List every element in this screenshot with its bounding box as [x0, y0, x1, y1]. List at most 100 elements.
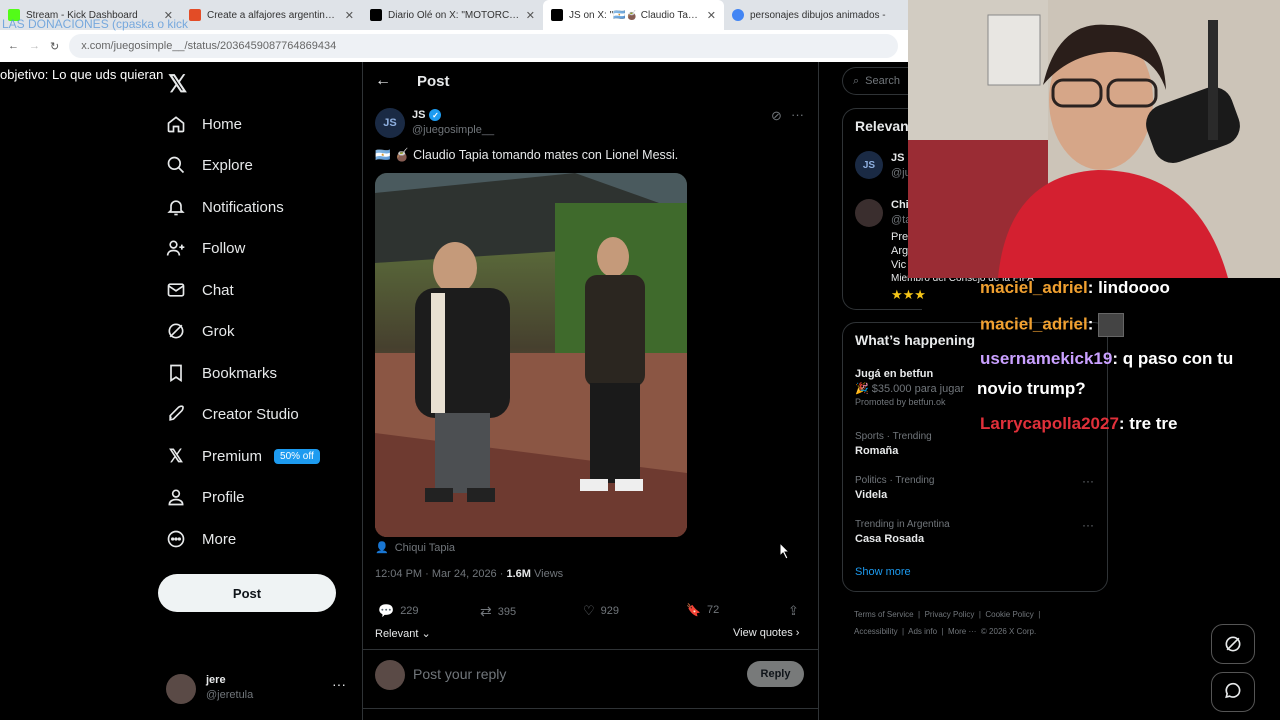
verified-badge-icon: ✓: [429, 109, 442, 121]
chevron-down-icon: ⌄: [421, 628, 431, 640]
relevant-person-name[interactable]: Chi: [891, 199, 909, 211]
nav-premium[interactable]: 𝕏 Premium 50% off: [166, 446, 320, 466]
author-avatar[interactable]: JS: [375, 108, 405, 138]
relevant-people-title: Relevan: [855, 118, 909, 134]
mail-icon: [166, 280, 186, 300]
trend-more-icon[interactable]: ···: [1082, 518, 1094, 532]
rocket-icon: [166, 404, 186, 424]
show-more-link[interactable]: Show more: [855, 566, 911, 578]
repost-icon: ⇄: [480, 603, 492, 619]
grok-icon[interactable]: ⊘: [771, 108, 782, 124]
browser-tab[interactable]: personajes dibujos animados -: [724, 0, 905, 30]
heart-icon: ♡: [583, 603, 595, 618]
google-favicon-icon: [732, 9, 744, 21]
home-icon: [166, 114, 186, 134]
footer-link[interactable]: Terms of Service: [854, 610, 914, 619]
chat-message: Larrycapolla2027: tre tre: [980, 414, 1178, 433]
back-arrow-icon[interactable]: ←: [375, 72, 391, 90]
reply-input[interactable]: Post your reply: [413, 666, 506, 682]
overlay-tamsor-text: Tamsor Fix: [2, 51, 61, 65]
nav-bookmarks[interactable]: Bookmarks: [166, 363, 277, 383]
like-action[interactable]: ♡ 929: [583, 603, 619, 619]
bookmark-action[interactable]: 🔖 72: [686, 603, 719, 617]
x-logo-icon[interactable]: 𝕏: [168, 70, 187, 99]
post-tagged-person[interactable]: 👤 Chiqui Tapia: [375, 541, 455, 555]
grok-icon: [166, 321, 186, 341]
more-dots-icon[interactable]: ···: [332, 676, 346, 692]
x-logo-icon: 𝕏: [168, 445, 184, 466]
footer-link[interactable]: Privacy Policy: [925, 610, 975, 619]
more-circle-icon: [166, 529, 186, 549]
mouse-cursor-icon: [779, 541, 792, 564]
bookmark-icon: 🔖: [686, 603, 701, 617]
compose-post-button[interactable]: Post: [158, 574, 336, 612]
footer-link[interactable]: More ···: [948, 627, 976, 636]
footer-link[interactable]: Cookie Policy: [985, 610, 1033, 619]
relevant-person-name[interactable]: JS: [891, 152, 904, 164]
author-name[interactable]: JS ✓: [412, 109, 442, 121]
person-icon: [166, 487, 186, 507]
close-tab-icon[interactable]: ✕: [526, 9, 535, 22]
nav-home[interactable]: Home: [166, 114, 242, 134]
trend-item[interactable]: Trending in Argentina Casa Rosada: [855, 519, 1095, 545]
favicon-icon: [189, 9, 201, 21]
account-switcher[interactable]: jere @jeretula ···: [166, 672, 346, 706]
relevant-person-avatar[interactable]: JS: [855, 151, 883, 179]
chat-message: maciel_adriel: lindoooo: [980, 278, 1170, 297]
footer-link[interactable]: Accessibility: [854, 627, 898, 636]
grok-icon: [1225, 636, 1241, 652]
reply-sort-dropdown[interactable]: Relevant ⌄: [375, 627, 431, 640]
divider: [362, 649, 819, 650]
browser-tab-active[interactable]: JS on X: "🇦🇷🧉 Claudio Tapia to ✕: [543, 0, 724, 30]
relevant-person-avatar[interactable]: [855, 199, 883, 227]
grok-floating-button[interactable]: [1211, 624, 1255, 664]
relevant-person-bio: Vic: [891, 259, 907, 271]
search-icon: ⌕: [853, 74, 860, 87]
close-tab-icon[interactable]: ✕: [707, 9, 716, 22]
webcam-feed: [908, 0, 1280, 278]
bell-icon: [166, 197, 186, 217]
nav-profile[interactable]: Profile: [166, 487, 245, 507]
nav-more[interactable]: More: [166, 529, 236, 549]
post-image[interactable]: [375, 173, 687, 537]
search-input[interactable]: ⌕ Search: [842, 67, 912, 95]
footer-link[interactable]: Ads info: [908, 627, 937, 636]
view-quotes-link[interactable]: View quotes ›: [733, 627, 799, 639]
reply-action[interactable]: 💬 229: [378, 603, 419, 619]
overlay-donations-text: LAS DONACIONES (cpaska o kick: [2, 17, 189, 31]
more-dots-icon[interactable]: ···: [791, 107, 804, 122]
page-title: Post: [417, 73, 450, 90]
relevant-person-stars: ★★★: [891, 287, 926, 302]
reply-avatar: [375, 660, 405, 690]
whats-happening-title: What’s happening: [855, 332, 976, 348]
nav-grok[interactable]: Grok: [166, 321, 235, 341]
author-handle[interactable]: @juegosimple__: [412, 124, 494, 136]
trend-item[interactable]: Sports · Trending Romaña: [855, 431, 1095, 457]
nav-chat[interactable]: Chat: [166, 280, 234, 300]
reply-button[interactable]: Reply: [747, 661, 804, 687]
nav-creator-studio[interactable]: Creator Studio: [166, 404, 299, 424]
trend-item[interactable]: Politics · Trending Videla: [855, 475, 1095, 501]
chat-floating-button[interactable]: [1211, 672, 1255, 712]
nav-explore[interactable]: Explore: [166, 155, 253, 175]
close-tab-icon[interactable]: ✕: [345, 9, 354, 22]
share-icon[interactable]: ⇪: [788, 603, 799, 619]
relevant-person-bio: Pre: [891, 231, 909, 243]
chat-message: usernamekick19: q paso con tu: [980, 349, 1234, 368]
person-icon: 👤: [375, 542, 389, 554]
nav-follow[interactable]: Follow: [166, 238, 245, 258]
browser-tab[interactable]: Create a alfajores argentinos g ✕: [181, 0, 362, 30]
chat-emote-image: [1098, 313, 1125, 337]
repost-action[interactable]: ⇄ 395: [480, 603, 516, 620]
follow-icon: [166, 238, 186, 258]
browser-tab[interactable]: Diario Olé on X: "MOTORCITO ✕: [362, 0, 543, 30]
chat-bubble-icon: [1225, 682, 1241, 699]
reply-icon: 💬: [378, 603, 395, 618]
bookmark-icon: [166, 363, 186, 383]
nav-notifications[interactable]: Notifications: [166, 197, 284, 217]
url-field[interactable]: x.com/juegosimple__/status/2036459087764…: [69, 34, 898, 58]
trend-more-icon[interactable]: ···: [1082, 474, 1094, 488]
account-name: jere: [206, 674, 226, 686]
account-handle: @jeretula: [206, 689, 254, 701]
premium-discount-badge: 50% off: [274, 448, 320, 464]
